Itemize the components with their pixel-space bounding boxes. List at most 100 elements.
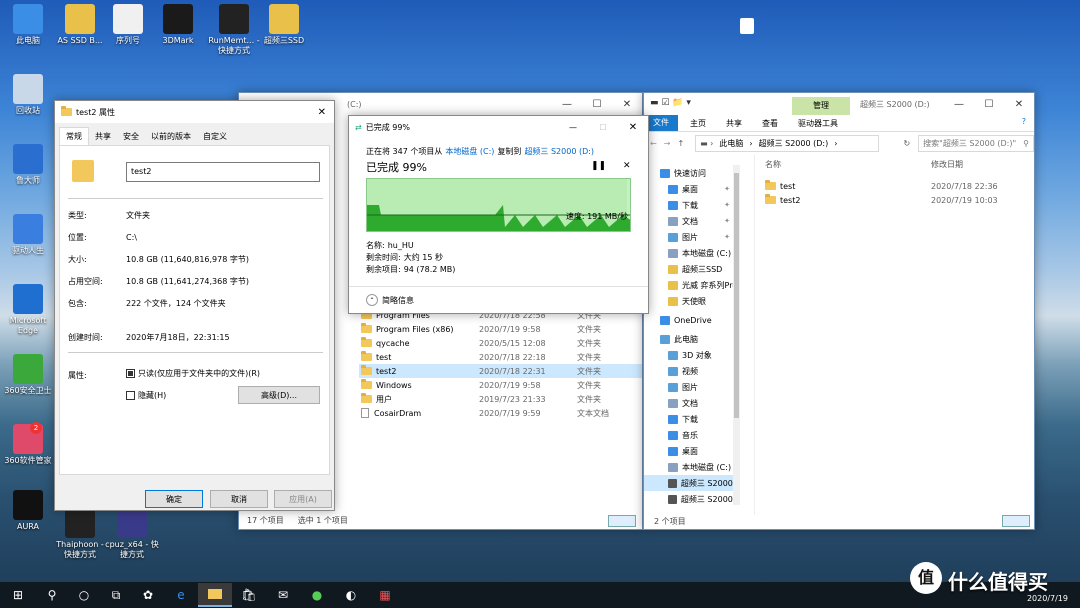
- minimize-button[interactable]: —: [552, 93, 582, 115]
- tab-2[interactable]: 安全: [117, 128, 145, 145]
- tab-3[interactable]: 以前的版本: [145, 128, 197, 145]
- maximize-button[interactable]: ☐: [582, 93, 612, 115]
- nav-item[interactable]: 下载: [644, 411, 740, 427]
- nav-scrollbar[interactable]: [733, 165, 740, 505]
- ok-button[interactable]: 确定: [145, 490, 203, 508]
- nav-item[interactable]: 超频三 S2000 (D:: [644, 475, 740, 491]
- nav-item[interactable]: 桌面: [644, 443, 740, 459]
- tab-file[interactable]: 文件: [644, 115, 678, 131]
- back-arrow-icon[interactable]: ←: [650, 139, 664, 148]
- clock-date[interactable]: 2020/7/19: [1027, 594, 1068, 603]
- source-link[interactable]: 本地磁盘 (C:): [445, 146, 494, 157]
- nav-item[interactable]: 文档 ✦: [644, 213, 740, 229]
- desktop-icon[interactable]: 360软件管家: [0, 424, 56, 466]
- maximize-button[interactable]: ☐: [974, 93, 1004, 115]
- nav-item[interactable]: 音乐: [644, 427, 740, 443]
- address-bar[interactable]: ▬ › 此电脑 › 超频三 S2000 (D:) ›: [695, 135, 880, 152]
- mail-icon[interactable]: ✉: [266, 583, 300, 607]
- nav-item[interactable]: 文档: [644, 395, 740, 411]
- desktop-icon[interactable]: AURA: [0, 490, 56, 532]
- refresh-icon[interactable]: ↻: [903, 139, 910, 148]
- search-icon[interactable]: ⚲: [36, 583, 68, 607]
- close-button[interactable]: ✕: [1004, 93, 1034, 115]
- table-row[interactable]: test2 2020/7/19 10:03: [755, 193, 1034, 207]
- up-arrow-icon[interactable]: ↑: [677, 139, 695, 148]
- desktop-icon[interactable]: Microsoft Edge: [0, 284, 56, 336]
- tab-manage[interactable]: 管理: [792, 97, 850, 115]
- dest-link[interactable]: 超频三 S2000 (D:): [524, 146, 594, 157]
- table-row[interactable]: CosairDram 2020/7/19 9:59 文本文档: [359, 406, 642, 420]
- cancel-copy-icon[interactable]: ✕: [623, 161, 631, 171]
- desktop-icon[interactable]: cpuz_x64 - 快捷方式: [104, 508, 160, 560]
- desktop-icon[interactable]: RunMemt... - 快捷方式: [206, 4, 262, 56]
- nav-item[interactable]: 超频三SSD: [644, 261, 740, 277]
- nav-item[interactable]: 桌面 ✦: [644, 181, 740, 197]
- table-row[interactable]: 用户 2019/7/23 21:33 文件夹: [359, 392, 642, 406]
- cancel-button[interactable]: 取消: [210, 490, 268, 508]
- app-icon-2[interactable]: ◐: [334, 583, 368, 607]
- tab-drive-tools[interactable]: 驱动器工具: [798, 118, 838, 129]
- forward-arrow-icon[interactable]: →: [664, 139, 678, 148]
- tab-share[interactable]: 共享: [726, 118, 742, 129]
- store-icon[interactable]: 🛍: [232, 583, 266, 607]
- name-field[interactable]: test2: [126, 162, 320, 182]
- desktop-icon[interactable]: Thaiphoon - 快捷方式: [52, 508, 108, 560]
- tab-4[interactable]: 自定义: [197, 128, 233, 145]
- task-view-icon[interactable]: ⧉: [100, 583, 132, 607]
- col-name-header[interactable]: 名称: [755, 159, 931, 170]
- close-button[interactable]: ✕: [618, 122, 648, 133]
- table-row[interactable]: Program Files (x86) 2020/7/19 9:58 文件夹: [359, 322, 642, 336]
- breadcrumb-this-pc[interactable]: 此电脑: [719, 138, 743, 149]
- table-row[interactable]: qycache 2020/5/15 12:08 文件夹: [359, 336, 642, 350]
- readonly-checkbox[interactable]: 只读(仅应用于文件夹中的文件)(R): [126, 368, 260, 379]
- minimize-button[interactable]: —: [944, 93, 974, 115]
- search-box[interactable]: 搜索"超频三 S2000 (D:)" ⚲: [918, 135, 1034, 152]
- nav-item[interactable]: 3D 对象: [644, 347, 740, 363]
- nav-item[interactable]: 图片 ✦: [644, 229, 740, 245]
- tab-view[interactable]: 查看: [762, 118, 778, 129]
- breadcrumb-drive[interactable]: 超频三 S2000 (D:): [759, 138, 829, 149]
- nav-item[interactable]: 视频: [644, 363, 740, 379]
- advanced-button[interactable]: 高级(D)...: [238, 386, 320, 404]
- app-icon[interactable]: ✿: [132, 583, 164, 607]
- nav-item[interactable]: 本地磁盘 (C:): [644, 459, 740, 475]
- pause-icon[interactable]: ❚❚: [591, 161, 606, 171]
- tab-home[interactable]: 主页: [690, 118, 706, 129]
- tab-1[interactable]: 共享: [89, 128, 117, 145]
- quick-access-toolbar[interactable]: ▬ ☑ 📁 ▾: [650, 98, 691, 108]
- table-row[interactable]: test 2020/7/18 22:18 文件夹: [359, 350, 642, 364]
- nav-item[interactable]: 光威 弈系列Pro: [644, 277, 740, 293]
- 360-icon[interactable]: ●: [300, 583, 334, 607]
- view-toggle-icons[interactable]: [1002, 515, 1030, 527]
- maximize-button[interactable]: ☐: [588, 123, 618, 132]
- nav-item[interactable]: 天使眼: [644, 293, 740, 309]
- hidden-checkbox[interactable]: 隐藏(H): [126, 390, 166, 401]
- minimize-button[interactable]: —: [558, 123, 588, 132]
- nav-item[interactable]: OneDrive: [644, 312, 740, 328]
- desktop-icon[interactable]: 驱动人生: [0, 214, 56, 256]
- app-icon-3[interactable]: ▦: [368, 583, 402, 607]
- details-toggle[interactable]: ⌃ 简略信息: [366, 294, 414, 306]
- table-row[interactable]: test2 2020/7/18 22:31 文件夹: [359, 364, 642, 378]
- table-row[interactable]: test 2020/7/18 22:36: [755, 179, 1034, 193]
- tab-0[interactable]: 常规: [59, 127, 89, 145]
- nav-item[interactable]: 下载 ✦: [644, 197, 740, 213]
- file-explorer-icon[interactable]: [198, 583, 232, 607]
- view-toggle-icons[interactable]: [608, 515, 636, 527]
- desktop-icon[interactable]: 鲁大师: [0, 144, 56, 186]
- desktop-icon[interactable]: 超频三SSD: [256, 4, 312, 46]
- nav-item[interactable]: 本地磁盘 (C:): [644, 245, 740, 261]
- nav-item[interactable]: 快速访问: [644, 165, 740, 181]
- nav-item[interactable]: 此电脑: [644, 331, 740, 347]
- close-button[interactable]: ✕: [612, 93, 642, 115]
- desktop-icon[interactable]: 回收站: [0, 74, 56, 116]
- desktop-icon[interactable]: 序列号: [100, 4, 156, 46]
- nav-item[interactable]: 超频三 S2000 (D:: [644, 491, 740, 507]
- desktop-icon[interactable]: 此电脑: [0, 4, 56, 46]
- desktop-icon[interactable]: 3DMark: [150, 4, 206, 46]
- start-button[interactable]: ⊞: [0, 583, 36, 607]
- close-icon[interactable]: ✕: [318, 107, 326, 118]
- apply-button[interactable]: 应用(A): [274, 490, 332, 508]
- help-icon[interactable]: ?: [1022, 117, 1026, 126]
- nav-item[interactable]: 图片: [644, 379, 740, 395]
